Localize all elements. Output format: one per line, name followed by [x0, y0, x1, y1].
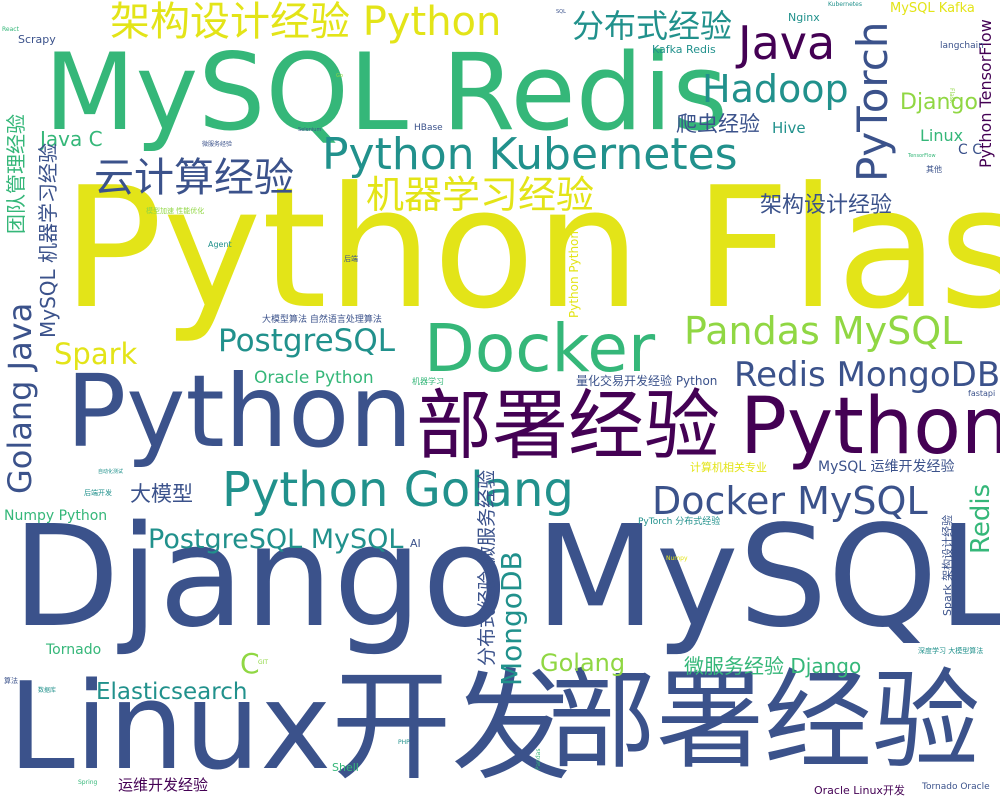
word-tornado-oracle: Tornado Oracle	[922, 782, 990, 792]
word-python-right: Python	[740, 382, 1000, 472]
word-spring: Spring	[78, 779, 98, 786]
word-sql-tiny: SQL	[556, 9, 566, 15]
word-model-accel: 模型加速 性能优化	[146, 207, 205, 215]
word-django-small: Django	[900, 90, 978, 115]
word-kubernetes-small: Kubernetes	[828, 1, 862, 8]
word-numpy-tiny: Numpy	[666, 555, 688, 562]
word-flask-v: Flask	[948, 88, 955, 104]
word-pytorch: PyTorch	[848, 21, 897, 182]
word-team-management: 团队管理经验	[4, 114, 28, 234]
word-elasticsearch: Elasticsearch	[96, 679, 248, 705]
word-fastapi: fastapi	[968, 389, 996, 398]
word-react: React	[2, 26, 19, 33]
word-deep-learning-model: 深度学习 大模型算法	[918, 647, 984, 655]
word-auto-test: 自动化测试	[98, 469, 124, 475]
word-deploy-bottom: 部署经验	[548, 659, 981, 784]
word-pandas-v: Pandas	[535, 748, 542, 770]
word-mysql-kafka: MySQL Kafka	[890, 1, 975, 16]
word-arch-exp: 架构设计经验	[760, 193, 893, 218]
word-arch-python: 架构设计经验 Python	[110, 0, 502, 45]
word-hive: Hive	[772, 119, 806, 137]
word-golang: Golang	[540, 649, 626, 677]
word-selenium: Selenium	[298, 127, 322, 133]
word-langchain: langchain	[940, 41, 984, 51]
word-postgresql: PostgreSQL	[218, 323, 396, 359]
word-microservice-django: 微服务经验 Django	[684, 654, 862, 678]
word-crawler: 爬虫经验	[676, 112, 760, 136]
word-deploy-mid: 部署经验	[416, 381, 720, 470]
word-golang-java: Golang Java	[1, 302, 39, 494]
word-oracle-python: Oracle Python	[254, 368, 374, 388]
word-mysql-ml: MySQL 机器学习经验	[36, 142, 60, 338]
word-redis-right: Redis	[966, 483, 996, 554]
word-api: API	[136, 636, 144, 642]
word-distributed-microservice: 分布式经验 微服务经验	[476, 469, 498, 666]
word-quant-python: 量化交易开发经验 Python	[576, 374, 718, 388]
word-numpy-python: Numpy Python	[4, 508, 108, 524]
word-cloud-exp: 云计算经验	[94, 155, 294, 201]
word-git-tiny: GIT	[258, 659, 269, 666]
word-php: PHP	[398, 739, 410, 746]
word-ai: AI	[410, 537, 421, 550]
word-tensorflow-small: TensorFlow	[908, 153, 936, 159]
word-backend-dev: 后端开发	[84, 489, 112, 497]
word-kafka-redis: Kafka Redis	[652, 43, 716, 56]
word-c-single: C	[240, 647, 260, 680]
word-big-model: 大模型	[130, 482, 193, 506]
word-big-model-nlp: 大模型算法 自然语言处理算法	[262, 315, 382, 325]
word-python-golang: Python Golang	[222, 462, 574, 518]
word-cloud: Python Flask MySQL Redis Django MySQL Li…	[0, 0, 1000, 800]
word-ml-exp: 机器学习经验	[366, 173, 595, 217]
word-linux-small: Linux	[920, 126, 964, 145]
word-tornado: Tornado	[46, 642, 102, 658]
word-database: 数据库	[38, 687, 57, 694]
word-pytorch-distributed: PyTorch 分布式经验	[638, 517, 721, 527]
word-redis-mongodb: Redis MongoDB	[734, 355, 1000, 395]
word-go-tiny: Go	[336, 73, 343, 79]
word-hadoop: Hadoop	[702, 67, 849, 111]
word-mysql-ops: MySQL 运维开发经验	[818, 459, 955, 475]
word-shell: Shell	[332, 761, 359, 774]
word-other: 其他	[926, 165, 942, 174]
word-docker-mysql: Docker MySQL	[652, 479, 928, 523]
word-ml-small: 机器学习	[412, 377, 444, 386]
word-oracle-linux: Oracle Linux开发	[814, 784, 905, 797]
word-scrapy: Scrapy	[18, 33, 56, 46]
word-microservice-small: 微服务经验	[202, 141, 233, 148]
word-agent: Agent	[208, 240, 232, 249]
word-cs-major: 计算机相关专业	[690, 461, 767, 474]
word-python-kubernetes: Python Kubernetes	[322, 129, 738, 180]
word-distributed: 分布式经验	[572, 7, 733, 45]
word-mysql-big: MySQL	[535, 496, 1000, 659]
word-postgresql-mysql: PostgreSQL MySQL	[148, 524, 404, 555]
word-docker: Docker	[424, 310, 656, 387]
word-nginx: Nginx	[788, 11, 820, 24]
word-algorithm: 算法	[4, 677, 18, 685]
word-pandas-mysql: Pandas MySQL	[684, 309, 963, 353]
word-linux-dev: Linux开发	[8, 658, 572, 797]
word-hbase: HBase	[414, 123, 443, 133]
word-mongodb: MongoDB	[495, 551, 528, 686]
word-spark-arch: Spark 架构设计经验	[941, 514, 954, 616]
word-python-python-v: Python Python	[567, 230, 581, 318]
word-ops-dev: 运维开发经验	[118, 776, 209, 794]
word-spark: Spark	[54, 337, 138, 371]
word-java-top: Java	[738, 16, 836, 70]
word-backend: 后端	[344, 255, 358, 263]
